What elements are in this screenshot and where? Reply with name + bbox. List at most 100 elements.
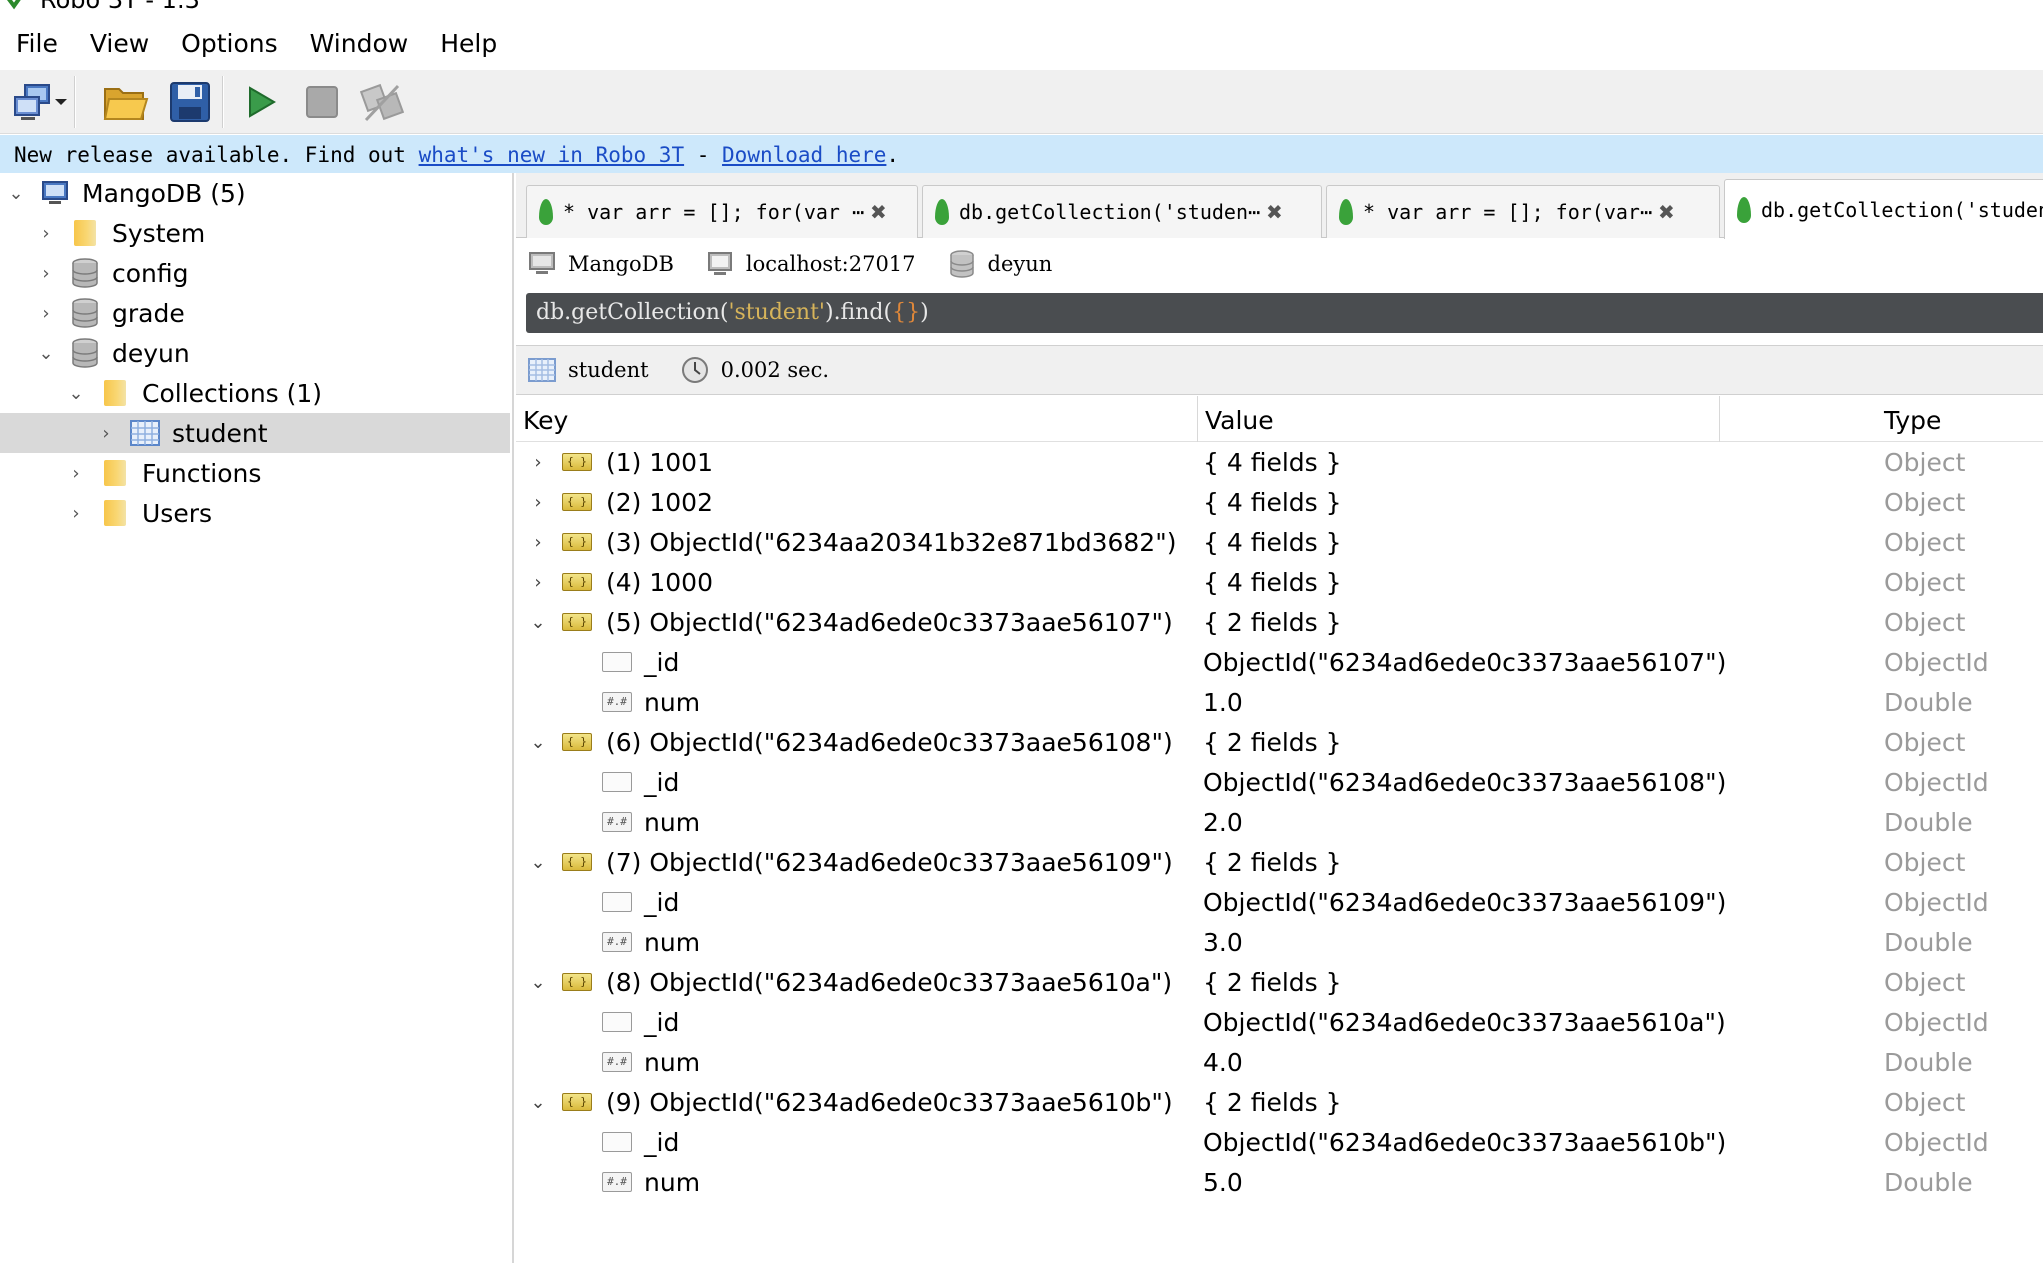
column-header-type-label: Type (1884, 406, 1942, 435)
field-row[interactable]: #.# num 1.0 Double (516, 682, 2043, 722)
chevron-down-icon[interactable]: ⌄ (526, 1082, 550, 1122)
database-icon (948, 250, 976, 278)
notification-separator: - (684, 143, 723, 167)
row-type: Object (1884, 488, 1966, 517)
folder-icon (100, 378, 130, 408)
connection-server-label: MangoDB (568, 252, 674, 276)
chevron-right-icon[interactable]: › (526, 442, 550, 482)
document-row[interactable]: ⌄ { } (8) ObjectId("6234ad6ede0c3373aae561… (516, 962, 2043, 1002)
field-row[interactable]: _id ObjectId("6234ad6ede0c3373aae5610b") O… (516, 1122, 2043, 1162)
document-row[interactable]: › { } (1) 1001 { 4 fields } Object (516, 442, 2043, 482)
row-value: { 2 fields } (1203, 728, 1342, 757)
chevron-down-icon[interactable]: ⌄ (526, 962, 550, 1002)
objectid-field-icon (602, 652, 632, 672)
chevron-down-icon[interactable]: ⌄ (4, 173, 28, 213)
title-bar: Robo 3T - 1.3 (0, 0, 2043, 14)
close-icon[interactable]: ✖ (1658, 200, 1675, 224)
tree-item-config[interactable]: › config (0, 253, 510, 293)
tree-item-users[interactable]: › Users (0, 493, 510, 533)
connect-dropdown-button[interactable] (50, 78, 72, 126)
document-row[interactable]: › { } (4) 1000 { 4 fields } Object (516, 562, 2043, 602)
row-key: (2) 1002 (606, 488, 713, 517)
document-row[interactable]: › { } (2) 1002 { 4 fields } Object (516, 482, 2043, 522)
tab-query-1[interactable]: * var arr = []; for(var ⋯ ✖ (526, 185, 918, 238)
folder-icon (100, 498, 130, 528)
field-row[interactable]: #.# num 3.0 Double (516, 922, 2043, 962)
field-row[interactable]: #.# num 5.0 Double (516, 1162, 2043, 1202)
tab-query-4[interactable]: db.getCollection('studen (1724, 179, 2043, 239)
tree-item-functions[interactable]: › Functions (0, 453, 510, 493)
document-row[interactable]: ⌄ { } (6) ObjectId("6234ad6ede0c3373aae561… (516, 722, 2043, 762)
tree-item-label: Functions (142, 458, 262, 488)
column-header-type[interactable]: Type (1720, 396, 2043, 442)
toolbar-separator (222, 76, 224, 128)
row-key: (4) 1000 (606, 568, 713, 597)
chevron-down-icon[interactable]: ⌄ (34, 333, 58, 373)
tree-item-collections[interactable]: ⌄ Collections (1) (0, 373, 510, 413)
tree-item-grade[interactable]: › grade (0, 293, 510, 333)
chevron-right-icon[interactable]: › (34, 213, 58, 253)
tree-item-label: Users (142, 498, 213, 528)
whats-new-link[interactable]: what's new in Robo 3T (419, 143, 685, 167)
connect-button[interactable] (8, 78, 56, 126)
orientation-button[interactable] (358, 78, 406, 126)
chevron-right-icon[interactable]: › (64, 493, 88, 533)
chevron-right-icon[interactable]: › (526, 482, 550, 522)
save-button[interactable] (166, 78, 214, 126)
row-type: Double (1884, 1048, 1973, 1077)
document-row[interactable]: ⌄ { } (7) ObjectId("6234ad6ede0c3373aae561… (516, 842, 2043, 882)
tree-server-node[interactable]: ⌄ MangoDB (5) (0, 173, 510, 213)
connection-host: localhost:27017 (706, 250, 916, 278)
number-field-icon: #.# (602, 812, 632, 832)
column-header-key[interactable]: Key (516, 396, 1198, 442)
field-row[interactable]: _id ObjectId("6234ad6ede0c3373aae5610a") O… (516, 1002, 2043, 1042)
document-row[interactable]: ⌄ { } (5) ObjectId("6234ad6ede0c3373aae561… (516, 602, 2043, 642)
column-header-value[interactable]: Value (1198, 396, 1720, 442)
menu-file[interactable]: File (0, 14, 74, 70)
object-icon: { } (562, 453, 592, 471)
menu-view[interactable]: View (74, 14, 165, 70)
chevron-right-icon[interactable]: › (34, 253, 58, 293)
query-mid: ).find( (824, 300, 893, 325)
field-row[interactable]: #.# num 2.0 Double (516, 802, 2043, 842)
menu-window[interactable]: Window (294, 14, 425, 70)
stop-button[interactable] (298, 78, 346, 126)
chevron-down-icon[interactable]: ⌄ (526, 602, 550, 642)
query-collection: 'student' (728, 300, 825, 325)
close-icon[interactable]: ✖ (1266, 200, 1283, 224)
tree-item-student[interactable]: › student (0, 413, 510, 453)
object-icon: { } (562, 853, 592, 871)
objectid-field-icon (602, 892, 632, 912)
chevron-right-icon[interactable]: › (34, 293, 58, 333)
tree-item-system[interactable]: › System (0, 213, 510, 253)
row-type: Object (1884, 528, 1966, 557)
document-row[interactable]: › { } (3) ObjectId("6234aa20341b32e871bd36… (516, 522, 2043, 562)
field-row[interactable]: _id ObjectId("6234ad6ede0c3373aae56107") O… (516, 642, 2043, 682)
field-row[interactable]: #.# num 4.0 Double (516, 1042, 2043, 1082)
field-row[interactable]: _id ObjectId("6234ad6ede0c3373aae56108") O… (516, 762, 2043, 802)
row-key: _id (644, 648, 680, 677)
close-icon[interactable]: ✖ (870, 200, 887, 224)
chevron-down-icon[interactable]: ⌄ (64, 373, 88, 413)
menu-help[interactable]: Help (424, 14, 513, 70)
tree-item-label: System (112, 218, 206, 248)
tree-item-deyun[interactable]: ⌄ deyun (0, 333, 510, 373)
field-row[interactable]: _id ObjectId("6234ad6ede0c3373aae56109") O… (516, 882, 2043, 922)
menu-options[interactable]: Options (165, 14, 293, 70)
row-key: _id (644, 768, 680, 797)
chevron-right-icon[interactable]: › (526, 562, 550, 602)
tab-query-2[interactable]: db.getCollection('studen⋯ ✖ (922, 185, 1322, 238)
execute-button[interactable] (236, 78, 284, 126)
tree-item-label: deyun (112, 338, 190, 368)
chevron-right-icon[interactable]: › (94, 413, 118, 453)
tab-query-3[interactable]: * var arr = []; for(var⋯ ✖ (1326, 185, 1720, 238)
chevron-right-icon[interactable]: › (64, 453, 88, 493)
open-button[interactable] (102, 78, 150, 126)
chevron-down-icon[interactable]: ⌄ (526, 722, 550, 762)
document-row[interactable]: ⌄ { } (9) ObjectId("6234ad6ede0c3373aae561… (516, 1082, 2043, 1122)
chevron-down-icon[interactable]: ⌄ (526, 842, 550, 882)
chevron-right-icon[interactable]: › (526, 522, 550, 562)
query-editor[interactable]: db.getCollection('student').find({}) (526, 293, 2043, 333)
download-link[interactable]: Download here (722, 143, 886, 167)
tree-item-label: student (172, 418, 268, 448)
